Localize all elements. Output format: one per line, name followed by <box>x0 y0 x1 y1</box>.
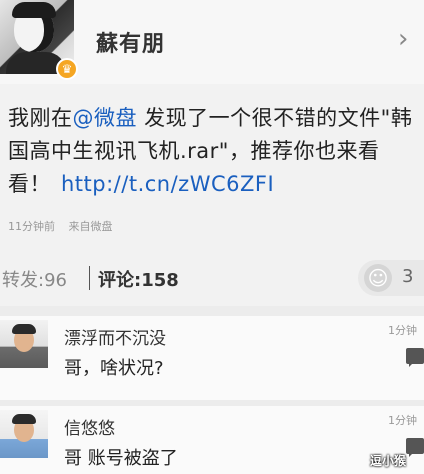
username[interactable]: 蘇有朋 <box>96 26 165 58</box>
short-url-link[interactable]: http://t.cn/zWC6ZFI <box>51 172 274 196</box>
weibo-post: 我刚在@微盘 发现了一个很不错的文件"韩国高中生视讯飞机.rar"，推荐你也来看… <box>0 84 424 306</box>
vip-crown-icon: ♛ <box>56 58 78 80</box>
post-meta: 11分钟前 来自微盘 <box>8 218 123 234</box>
repost-button[interactable]: 转发:96 <box>2 266 67 292</box>
avatar-hair <box>12 414 36 424</box>
post-text-start: 我刚在 <box>8 106 73 130</box>
avatar-hair <box>12 324 36 334</box>
post-actions: 转发:96 评论:158 ☺ 3 <box>0 260 424 300</box>
comment-text: 哥 账号被盗了 <box>64 448 178 469</box>
comment-time: 1分钟 <box>388 414 417 427</box>
reply-icon[interactable] <box>406 438 424 457</box>
comment-item: 信悠悠 哥 账号被盗了 1分钟 <box>0 406 424 474</box>
comment-text: 哥，啥状况? <box>64 358 164 379</box>
actions-divider <box>89 266 90 290</box>
chevron-right-icon[interactable]: › <box>398 24 408 54</box>
like-button[interactable]: ☺ 3 <box>358 260 424 296</box>
reply-icon[interactable] <box>406 348 424 367</box>
commenter-avatar[interactable] <box>0 410 48 458</box>
commenter-name[interactable]: 信悠悠 <box>64 414 115 439</box>
watermark: 逗小猴 <box>370 454 407 468</box>
post-source[interactable]: 来自微盘 <box>69 220 113 233</box>
profile-header[interactable]: ♛ 蘇有朋 › <box>0 0 424 84</box>
comment-time: 1分钟 <box>388 324 417 337</box>
post-time: 11分钟前 <box>8 220 55 233</box>
like-count: 3 <box>402 266 414 287</box>
commenter-avatar[interactable] <box>0 320 48 368</box>
comment-button[interactable]: 评论:158 <box>98 266 179 292</box>
post-text: 我刚在@微盘 发现了一个很不错的文件"韩国高中生视讯飞机.rar"，推荐你也来看… <box>8 102 420 201</box>
mention-link[interactable]: @微盘 <box>73 106 138 130</box>
avatar-hair <box>12 2 56 18</box>
comment-item: 漂浮而不沉没 哥，啥状况? 1分钟 <box>0 316 424 400</box>
smile-icon: ☺ <box>364 264 392 292</box>
commenter-name[interactable]: 漂浮而不沉没 <box>64 324 166 349</box>
